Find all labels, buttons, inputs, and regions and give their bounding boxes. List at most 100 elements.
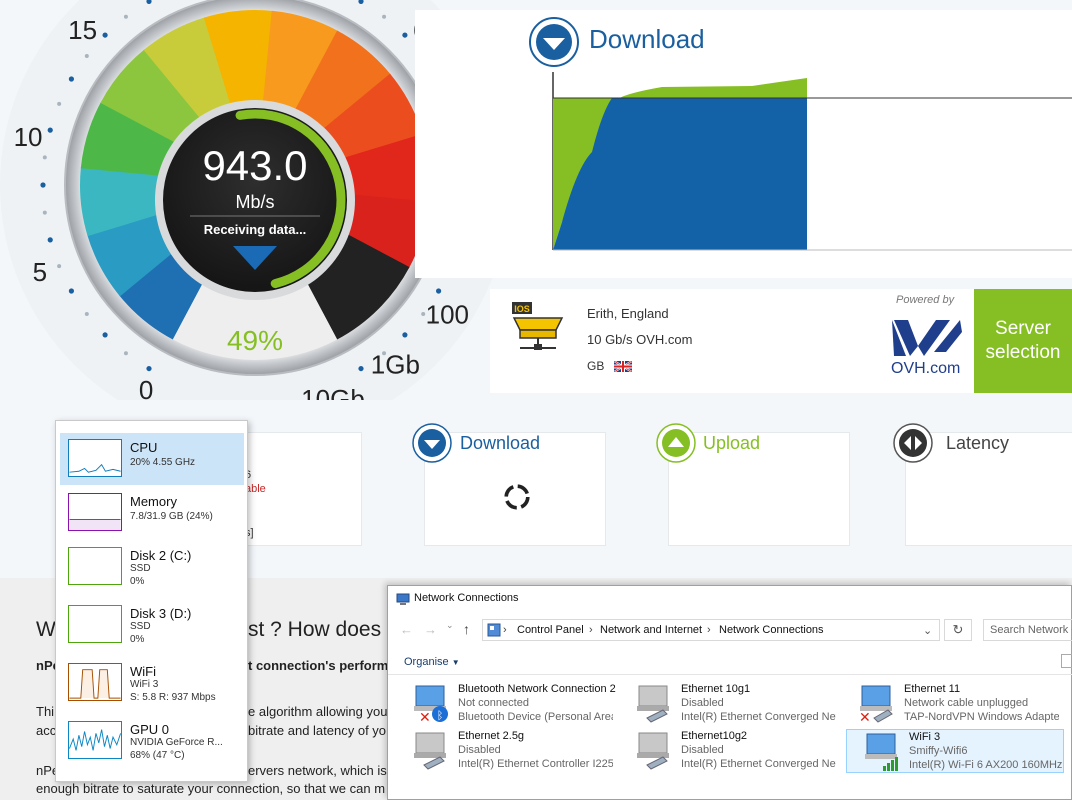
refresh-icon[interactable]: ↻	[944, 619, 972, 641]
connection-item[interactable]: Ethernet 10g1 Disabled Intel(R) Ethernet…	[619, 682, 837, 726]
gauge-tick	[102, 32, 108, 38]
info-card: 6 able s]	[230, 432, 362, 546]
article-p2-left: acc	[36, 723, 57, 738]
connection-device: Intel(R) Ethernet Converged Netw...	[681, 758, 836, 770]
gauge-tick	[57, 101, 62, 106]
tm-disk3-sub2: 0%	[130, 634, 145, 645]
server-icon: IOS	[512, 302, 564, 350]
connection-status: Disabled	[458, 744, 501, 756]
speed-unit: Mb/s	[235, 192, 274, 212]
gauge-scale-label: 1Gb	[371, 350, 420, 380]
view-options-icon[interactable]	[1061, 654, 1072, 668]
ovh-logo-text: OVH.com	[891, 360, 961, 377]
breadcrumb-separator-icon: ›	[589, 624, 593, 636]
gauge-tick	[68, 76, 75, 82]
gauge-tick	[57, 264, 62, 269]
tm-memory-name: Memory	[130, 494, 177, 509]
tm-wifi-sub1: WiFi 3	[130, 679, 159, 690]
tm-gpu-sub2: 68% (47 °C)	[130, 750, 185, 761]
tm-gpu[interactable]: GPU 0 NVIDIA GeForce R... 68% (47 °C)	[60, 715, 244, 767]
address-bar[interactable]: › Control Panel › Network and Internet ›…	[482, 619, 940, 641]
latency-card-title: Latency	[946, 433, 1010, 453]
tm-cpu[interactable]: CPU 20% 4.55 GHz	[60, 433, 244, 485]
up-arrow-icon[interactable]: ↑	[463, 621, 470, 637]
cpu-graph-icon	[68, 439, 122, 477]
breadcrumb-separator-icon: ›	[707, 624, 711, 636]
info-card-line2: able	[245, 483, 266, 495]
connection-name: Bluetooth Network Connection 2	[458, 683, 616, 695]
connection-item[interactable]: ✕ Ethernet 11 Network cable unplugged TA…	[842, 682, 1060, 726]
article-bold-right: t connection's performan	[248, 658, 404, 673]
server-provider: 10 Gb/s OVH.com	[587, 332, 693, 347]
search-input[interactable]: Search Network C	[983, 619, 1072, 641]
network-window-icon	[396, 593, 410, 605]
article-p1-right: e algorithm allowing you	[248, 704, 388, 719]
connection-device: TAP-NordVPN Windows Adapter ...	[904, 711, 1059, 723]
tm-disk2[interactable]: Disk 2 (C:) SSD 0%	[60, 541, 244, 593]
forward-arrow-icon[interactable]: →	[424, 622, 437, 637]
svg-text:✕: ✕	[419, 710, 431, 724]
bluetooth-connection-icon: ✕ ᛒ	[414, 685, 448, 724]
connection-item[interactable]: ✕ ᛒ Bluetooth Network Connection 2 Not c…	[396, 682, 616, 726]
connection-device: Intel(R) Wi-Fi 6 AX200 160MHz	[909, 759, 1063, 771]
tm-memory-sub: 7.8/31.9 GB (24%)	[130, 511, 213, 522]
powered-by-label: Powered by	[896, 294, 955, 306]
status-text: Receiving data...	[204, 222, 307, 237]
tm-wifi[interactable]: WiFi WiFi 3 S: 5.8 R: 937 Mbps	[60, 657, 244, 709]
gauge-scale-label: 0	[139, 375, 153, 400]
article-p1-left: Thi	[36, 704, 55, 719]
server-country: GB	[587, 359, 605, 373]
download-graph	[552, 72, 1072, 251]
breadcrumb-network-connections[interactable]: Network Connections	[719, 624, 824, 636]
connection-item[interactable]: Ethernet10g2 Disabled Intel(R) Ethernet …	[619, 729, 837, 773]
download-title: Download	[589, 24, 705, 54]
connection-status: Network cable unplugged	[904, 697, 1029, 709]
tm-wifi-sub2: S: 5.8 R: 937 Mbps	[130, 692, 216, 703]
gauge-scale-label: 5	[33, 257, 47, 287]
address-dropdown-icon[interactable]: ⌄	[923, 624, 932, 637]
connection-name: Ethernet 10g1	[681, 683, 751, 695]
connection-name: Ethernet10g2	[681, 730, 748, 742]
tm-disk3-sub1: SSD	[130, 621, 151, 632]
window-title: Network Connections	[414, 592, 519, 604]
gauge-tick	[47, 237, 53, 243]
tm-disk2-name: Disk 2 (C:)	[130, 548, 192, 563]
organise-menu[interactable]: Organise ▼	[404, 656, 460, 668]
connection-item-selected[interactable]: WiFi 3 Smiffy-Wifi6 Intel(R) Wi-Fi 6 AX2…	[846, 729, 1064, 773]
tm-disk2-sub2: 0%	[130, 576, 145, 587]
gauge-tick	[146, 365, 152, 372]
article-heading-left: W	[36, 618, 56, 641]
svg-text:ᛒ: ᛒ	[437, 709, 444, 722]
tm-memory[interactable]: Memory 7.8/31.9 GB (24%)	[60, 487, 244, 539]
download-card-title: Download	[460, 433, 541, 453]
disk2-graph-icon	[68, 547, 122, 585]
task-manager-panel: CPU 20% 4.55 GHz Memory 7.8/31.9 GB (24%…	[55, 420, 248, 782]
gauge-tick	[402, 332, 408, 338]
connection-name: Ethernet 2.5g	[458, 730, 525, 742]
ethernet-unplugged-icon: ✕	[859, 685, 893, 724]
server-selection-button[interactable]: Server selection	[974, 289, 1072, 393]
svg-text:IOS: IOS	[514, 304, 530, 314]
breadcrumb-network-internet[interactable]: Network and Internet	[600, 624, 702, 636]
tm-cpu-sub: 20% 4.55 GHz	[130, 457, 196, 468]
tm-disk3[interactable]: Disk 3 (D:) SSD 0%	[60, 599, 244, 651]
recent-locations-icon[interactable]: ⌄	[446, 620, 454, 631]
gauge-tick	[102, 332, 108, 338]
tm-disk2-sub1: SSD	[130, 563, 151, 574]
uk-flag-icon	[614, 361, 632, 372]
connection-item[interactable]: Ethernet 2.5g Disabled Intel(R) Ethernet…	[396, 729, 614, 773]
gauge-scale-label: 10Gb	[301, 384, 365, 400]
gauge-tick	[435, 288, 442, 294]
ethernet-disabled-icon	[414, 732, 446, 770]
disk3-graph-icon	[68, 605, 122, 643]
breadcrumb-control-panel[interactable]: Control Panel	[517, 624, 584, 636]
back-arrow-icon[interactable]: ←	[400, 622, 413, 637]
server-button-line2: selection	[985, 342, 1061, 363]
control-panel-icon	[487, 623, 501, 637]
organise-dropdown-icon: ▼	[451, 658, 460, 667]
gauge-tick	[47, 127, 53, 133]
breadcrumb-separator-icon: ›	[503, 624, 507, 636]
toolbar-divider	[388, 674, 1072, 675]
loading-spinner-icon	[504, 484, 530, 510]
gauge-tick	[123, 14, 128, 19]
